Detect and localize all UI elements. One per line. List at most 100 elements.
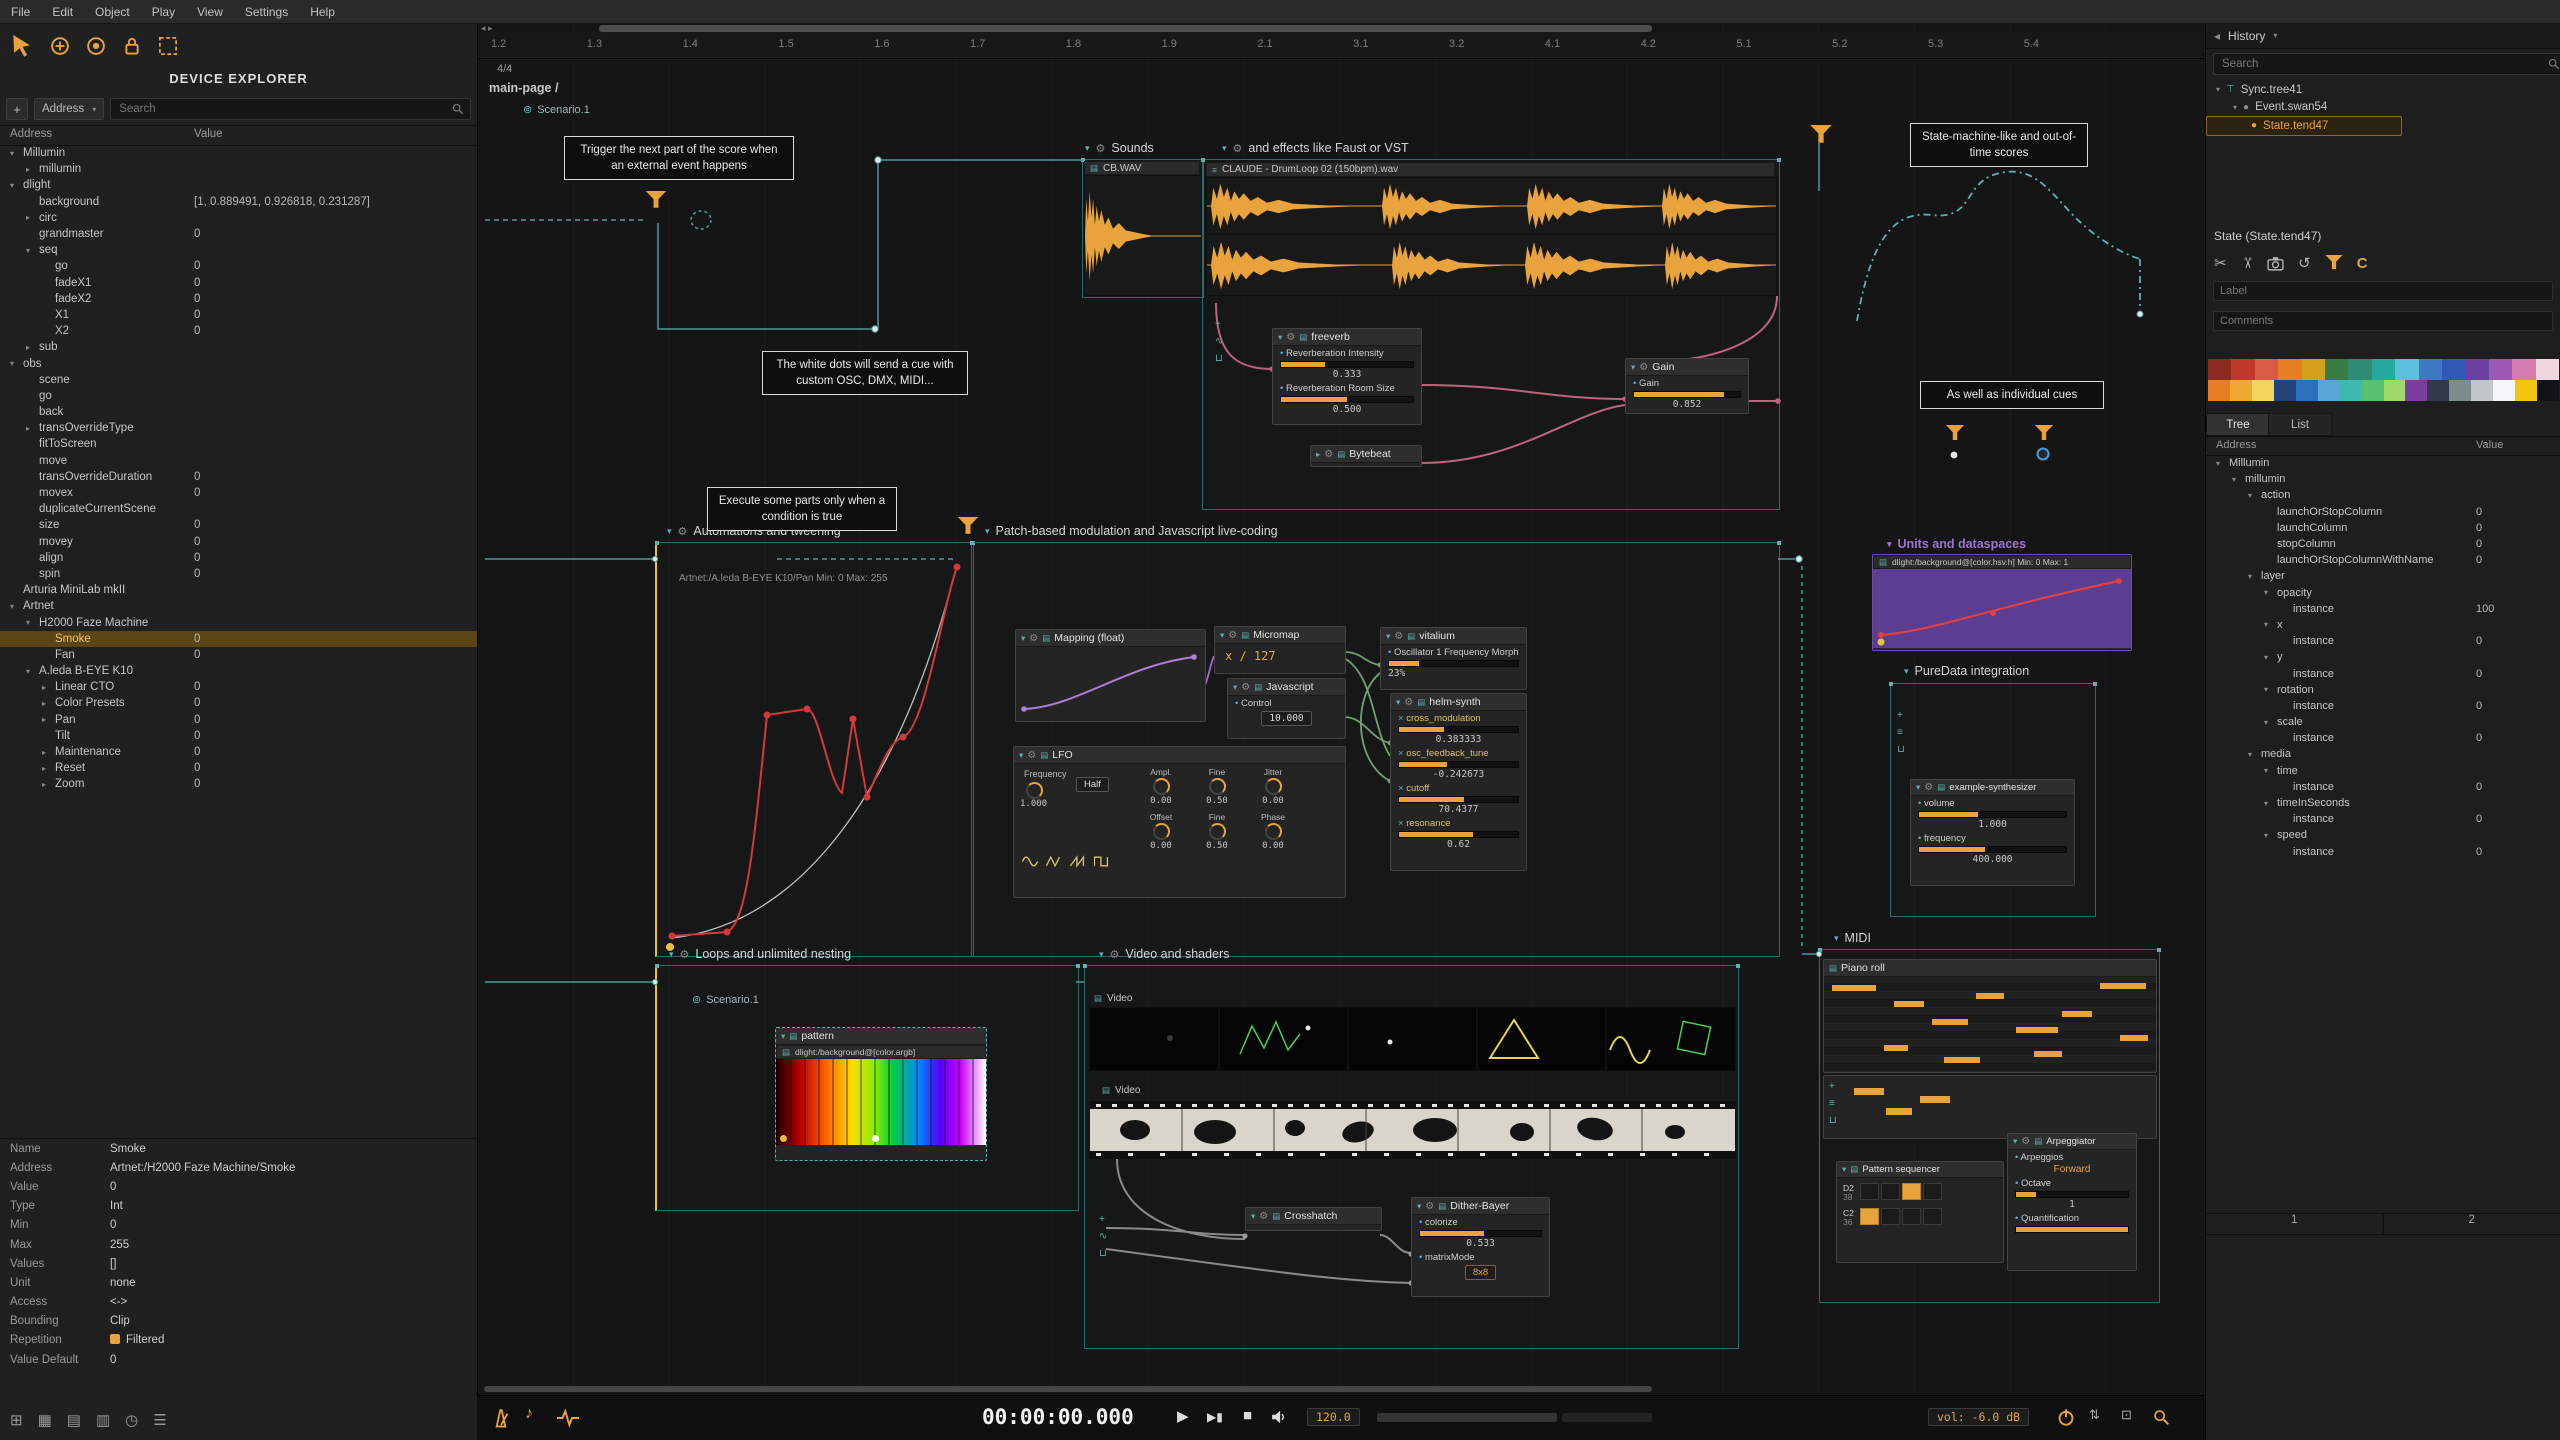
video-clip-label[interactable]: ▤ Video bbox=[1089, 991, 1209, 1005]
expand-arrow-icon[interactable]: ▸ bbox=[42, 780, 55, 789]
javascript-node[interactable]: ▾⚙▤Javascript Control10.000 bbox=[1227, 678, 1346, 739]
expand-arrow-icon[interactable]: ▸ bbox=[26, 213, 39, 222]
device-tree-row[interactable]: Fan 0 bbox=[0, 647, 477, 663]
device-tree-row[interactable]: size 0 bbox=[0, 517, 477, 533]
port-column[interactable]: + ∿ ⊔ bbox=[1215, 320, 1223, 364]
lock-icon[interactable] bbox=[122, 36, 142, 56]
device-tree-row[interactable]: ▸ Pan 0 bbox=[0, 712, 477, 728]
device-tree-row[interactable]: ▸ Linear CTO 0 bbox=[0, 679, 477, 695]
node-value[interactable]: 0 bbox=[2476, 813, 2482, 825]
node-value[interactable]: 0 bbox=[2476, 781, 2482, 793]
color-swatch[interactable] bbox=[2348, 359, 2372, 380]
device-tree-row[interactable]: spin 0 bbox=[0, 566, 477, 582]
hue-automation-area[interactable] bbox=[1873, 569, 2131, 648]
units-address[interactable]: ▤ dlight:/background@[color.hsv.h] Min: 0… bbox=[1873, 555, 2131, 569]
address-tree-row[interactable]: ▾ Millumin bbox=[2206, 455, 2560, 471]
comment-box[interactable]: Trigger the next part of the score when … bbox=[564, 136, 794, 181]
expand-arrow-icon[interactable]: ▾ bbox=[10, 602, 23, 611]
address-tree-row[interactable]: ▾ rotation bbox=[2206, 682, 2560, 698]
history-item-event[interactable]: ▾ ● Event.swan54 bbox=[2206, 99, 2560, 117]
breadcrumb[interactable]: main-page / bbox=[489, 81, 558, 95]
menu-view[interactable]: View bbox=[186, 5, 234, 19]
volume-display[interactable]: vol: -6.0 dB bbox=[1928, 1408, 2030, 1426]
expand-arrow-icon[interactable]: ▸ bbox=[42, 683, 55, 692]
micromap-node[interactable]: ▾ ⚙ ▤ Micromap x / 127 bbox=[1214, 626, 1346, 674]
color-swatch[interactable] bbox=[2512, 359, 2536, 380]
pattern-address[interactable]: ▤ dlight:/background@[color.argb] bbox=[776, 1045, 986, 1059]
device-tree-row[interactable]: ▸ Color Presets 0 bbox=[0, 695, 477, 711]
param-row[interactable]: cross_modulation0.383333 bbox=[1391, 711, 1526, 746]
color-swatch[interactable] bbox=[2251, 380, 2274, 401]
address-tree-row[interactable]: launchColumn 0 bbox=[2206, 520, 2560, 536]
film-strip[interactable] bbox=[1089, 1101, 1736, 1159]
horizontal-scrollbar-top[interactable] bbox=[599, 25, 1652, 32]
tempo-slider[interactable] bbox=[1377, 1413, 1557, 1422]
device-tree-row[interactable]: go bbox=[0, 388, 477, 404]
gear-icon[interactable]: ⚙ bbox=[1924, 782, 1933, 793]
port-column[interactable]: + ≡ ⊔ bbox=[1829, 1082, 1837, 1126]
address-tree-row[interactable]: ▾ layer bbox=[2206, 568, 2560, 584]
param-row[interactable]: volume1.000 bbox=[1911, 796, 2074, 831]
expand-arrow-icon[interactable]: ▾ bbox=[10, 359, 23, 368]
device-tree-row[interactable]: move bbox=[0, 453, 477, 469]
note-icon[interactable]: ♪ bbox=[525, 1405, 533, 1423]
color-swatch[interactable] bbox=[2231, 359, 2255, 380]
menu-settings[interactable]: Settings bbox=[234, 5, 299, 19]
step-row[interactable] bbox=[1859, 1208, 1944, 1228]
state-comments-input[interactable] bbox=[2213, 311, 2553, 331]
param-row[interactable]: matrixMode8x8 bbox=[1412, 1250, 1549, 1281]
knob[interactable] bbox=[1208, 823, 1226, 840]
property-value[interactable]: Filtered bbox=[110, 1334, 164, 1346]
color-swatch[interactable] bbox=[2301, 359, 2326, 380]
property-value[interactable]: Clip bbox=[110, 1315, 130, 1327]
menu-object[interactable]: Object bbox=[84, 5, 141, 19]
color-swatch[interactable] bbox=[2273, 380, 2296, 401]
timeline-ruler[interactable]: 1.2 1.3 1.4 1.5 1.6 1.7 1.8 1.9 2.1 3.1 3.2 4.1 4.2 5… bbox=[477, 32, 2205, 59]
device-tree-row[interactable]: Tilt 0 bbox=[0, 728, 477, 744]
param-row[interactable]: ArpeggiosForward bbox=[2008, 1150, 2136, 1176]
expand-arrow-icon[interactable]: ▾ bbox=[2264, 766, 2277, 775]
collapse-icon[interactable]: ◂ bbox=[2214, 29, 2220, 43]
node-value[interactable]: 0 bbox=[194, 746, 200, 758]
history-header[interactable]: ◂ History ▾ bbox=[2206, 23, 2560, 49]
create-tool-icon[interactable] bbox=[50, 36, 70, 56]
device-tree-row[interactable]: background [1, 0.889491, 0.926818, 0.231… bbox=[0, 194, 477, 210]
node-value[interactable]: 0 bbox=[194, 277, 200, 289]
device-tree-row[interactable]: ▾ Millumin bbox=[0, 145, 477, 161]
device-tree-row[interactable]: duplicateCurrentScene bbox=[0, 501, 477, 517]
device-tree-row[interactable]: ▾ H2000 Faze Machine bbox=[0, 614, 477, 630]
power-icon[interactable] bbox=[2057, 1408, 2075, 1426]
expand-arrow-icon[interactable]: ▾ bbox=[2248, 491, 2261, 500]
menu-edit[interactable]: Edit bbox=[41, 5, 84, 19]
arpeggiator-node[interactable]: ▾⚙▤Arpeggiator ArpeggiosForward Octave1 … bbox=[2007, 1133, 2137, 1271]
automations-interval[interactable] bbox=[655, 541, 975, 957]
pattern-sequencer-node[interactable]: ▾ ▤ Pattern sequencer D2 38 C2 36 bbox=[1836, 1161, 2004, 1263]
zoom-icon[interactable] bbox=[2153, 1409, 2170, 1426]
lfo-waveform-selector[interactable] bbox=[1022, 855, 1110, 868]
expand-arrow-icon[interactable]: ▾ bbox=[2264, 718, 2277, 727]
node-header[interactable]: ▾ ▤ Pattern sequencer bbox=[1837, 1162, 2003, 1178]
pattern-node[interactable]: ▾ ▤ pattern ▤ dlight:/background@[color.arg… bbox=[775, 1027, 987, 1161]
lfo-knob-cell[interactable]: Offset 0.00 bbox=[1134, 812, 1188, 851]
node-header[interactable]: ▾ ⚙ ▤ example-synthesizer bbox=[1911, 780, 2074, 796]
node-value[interactable]: 0 bbox=[194, 519, 200, 531]
crosshatch-node[interactable]: ▾ ⚙ ▤ Crosshatch bbox=[1245, 1207, 1382, 1231]
expand-arrow-icon[interactable]: ▾ bbox=[2264, 685, 2277, 694]
color-swatch[interactable] bbox=[2254, 359, 2279, 380]
node-header[interactable]: ▾ ⚙ ▤ Micromap bbox=[1215, 627, 1345, 644]
param-row[interactable]: osc_feedback_tune-0.242673 bbox=[1391, 746, 1526, 781]
mapping-node[interactable]: ▾ ⚙ ▤ Mapping (float) bbox=[1015, 629, 1206, 722]
midi-header[interactable]: ▾ MIDI bbox=[1834, 931, 1871, 945]
gear-icon[interactable]: ⚙ bbox=[1029, 633, 1038, 644]
dither-bayer-node[interactable]: ▾⚙▤Dither-Bayer colorize0.533 matrixMode… bbox=[1411, 1197, 1550, 1297]
color-swatch[interactable] bbox=[2208, 380, 2230, 401]
midi-lane-node[interactable]: + ≡ ⊔ bbox=[1823, 1075, 2157, 1139]
expand-arrow-icon[interactable]: ▾ bbox=[2248, 572, 2261, 581]
node-value[interactable]: [1, 0.889491, 0.926818, 0.231287] bbox=[194, 196, 370, 208]
param-slider[interactable] bbox=[1398, 831, 1519, 838]
color-swatch[interactable] bbox=[2395, 359, 2419, 380]
address-tree-row[interactable]: instance 0 bbox=[2206, 665, 2560, 681]
waveform-lane[interactable] bbox=[1206, 177, 1777, 236]
device-tree-row[interactable]: movey 0 bbox=[0, 534, 477, 550]
param-row[interactable]: Octave1 bbox=[2008, 1176, 2136, 1211]
